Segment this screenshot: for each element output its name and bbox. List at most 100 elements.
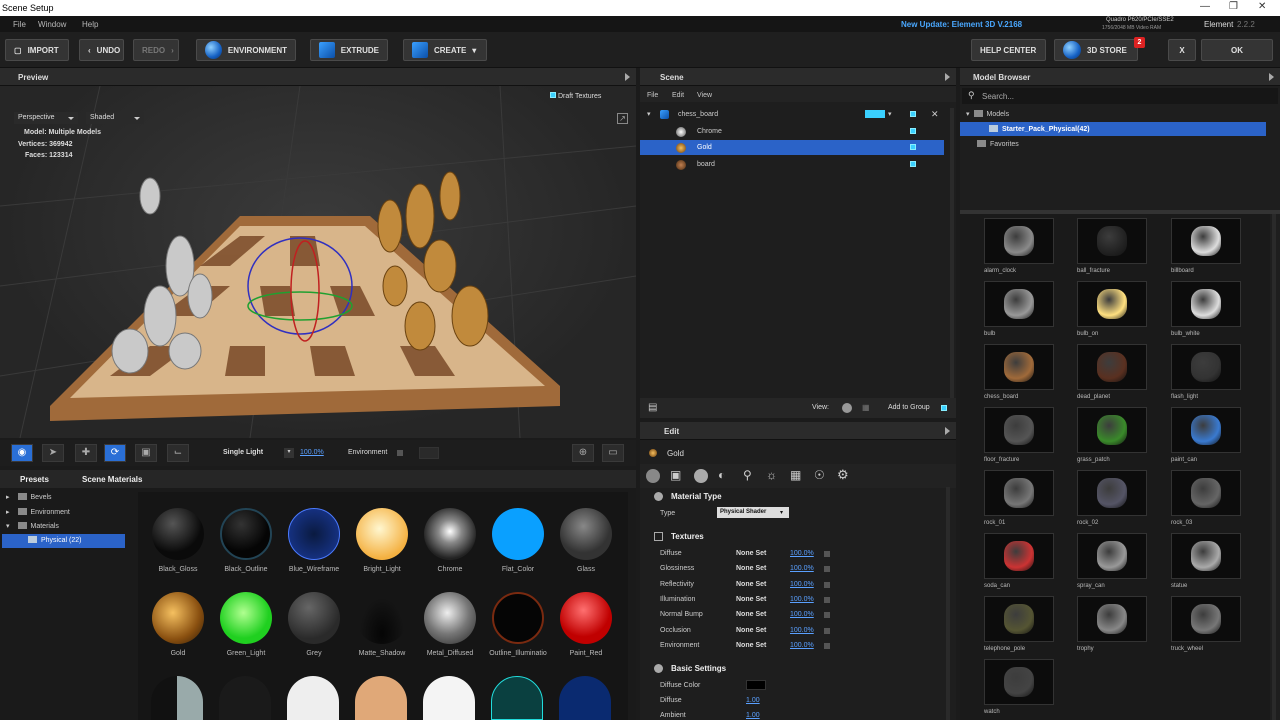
material-type-header[interactable]: Material Type <box>671 492 722 501</box>
close-window-icon[interactable]: ✕ <box>1258 1 1266 12</box>
chevron-down-icon[interactable]: ▾ <box>780 509 783 516</box>
material-thumb[interactable] <box>355 676 407 720</box>
environment-swatch[interactable] <box>419 447 439 459</box>
panel-arrow-icon[interactable] <box>1269 73 1274 81</box>
texture-percent[interactable]: 100.0% <box>790 611 814 618</box>
model-thumb-telephone-pole[interactable] <box>984 596 1054 642</box>
chevron-down-icon[interactable]: ▾ <box>888 110 892 118</box>
pin-icon[interactable]: ⚲ <box>743 468 752 482</box>
model-thumb-flash-light[interactable] <box>1171 344 1241 390</box>
texture-slot[interactable]: None Set <box>736 642 766 649</box>
create-button[interactable]: CREATE ▾ <box>403 39 487 61</box>
material-black-gloss[interactable]: Black_Gloss <box>144 508 212 573</box>
ambient-value[interactable]: 1.00 <box>746 712 760 719</box>
material-glass[interactable]: Glass <box>552 508 620 573</box>
texture-percent[interactable]: 100.0% <box>790 596 814 603</box>
import-button[interactable]: ▢ IMPORT <box>5 39 69 61</box>
scene-item-gold[interactable]: Gold <box>640 140 944 155</box>
textures-header[interactable]: Textures <box>671 532 704 541</box>
visibility-toggle[interactable] <box>910 128 916 134</box>
update-notice[interactable]: New Update: Element 3D V.2168 <box>901 20 1022 29</box>
shading-dropdown[interactable]: Shaded <box>86 112 144 124</box>
model-thumb-spray-can[interactable] <box>1077 533 1147 579</box>
model-thumb-dead-planet[interactable] <box>1077 344 1147 390</box>
texture-slot[interactable]: None Set <box>736 627 766 634</box>
texture-percent[interactable]: 100.0% <box>790 565 814 572</box>
material-thumb[interactable] <box>559 676 611 720</box>
model-thumb-floor-fracture[interactable] <box>984 407 1054 453</box>
model-thumb-alarm-clock[interactable] <box>984 218 1054 264</box>
add-to-group-button[interactable]: Add to Group <box>888 404 930 411</box>
environment-checkbox[interactable] <box>397 450 403 456</box>
material-metal-diffused[interactable]: Metal_Diffused <box>416 592 484 657</box>
texture-toggle[interactable] <box>824 551 830 557</box>
extrude-button[interactable]: EXTRUDE <box>310 39 388 61</box>
material-black-outline[interactable]: Black_Outline <box>212 508 280 573</box>
model-thumb-truck-wheel[interactable] <box>1171 596 1241 642</box>
scale-icon[interactable]: ▣ <box>135 444 157 462</box>
scene-group-row[interactable]: ▾ chess_board ▾ ✕ <box>640 107 944 122</box>
material-thumb[interactable] <box>219 676 271 720</box>
model-thumb-trophy[interactable] <box>1077 596 1147 642</box>
tree-favorites[interactable]: Favorites <box>977 140 1019 148</box>
material-flat-color[interactable]: Flat_Color <box>484 508 552 573</box>
model-thumb-statue[interactable] <box>1171 533 1241 579</box>
environment-button[interactable]: ENVIRONMENT <box>196 39 296 61</box>
panel-arrow-icon[interactable] <box>625 73 630 81</box>
texture-slot[interactable]: None Set <box>736 611 766 618</box>
scene-menu-file[interactable]: File <box>647 92 658 99</box>
material-chrome[interactable]: Chrome <box>416 508 484 573</box>
rotate-icon[interactable]: ⟳ <box>104 444 126 462</box>
grid-icon[interactable]: ▦ <box>790 468 801 482</box>
texture-slot[interactable]: None Set <box>736 565 766 572</box>
texture-percent[interactable]: 100.0% <box>790 581 814 588</box>
sphere-icon[interactable] <box>646 469 660 483</box>
material-thumb[interactable] <box>287 676 339 720</box>
model-thumb-rock-02[interactable] <box>1077 470 1147 516</box>
model-thumb-chess-board[interactable] <box>984 344 1054 390</box>
image-icon[interactable]: ▣ <box>670 468 681 482</box>
texture-percent[interactable]: 100.0% <box>790 642 814 649</box>
monitor-icon[interactable]: ▭ <box>602 444 624 462</box>
help-center-button[interactable]: HELP CENTER <box>971 39 1046 61</box>
menu-help[interactable]: Help <box>82 20 98 29</box>
texture-slot[interactable]: None Set <box>736 581 766 588</box>
ok-button[interactable]: OK <box>1201 39 1273 61</box>
tree-item-physical[interactable]: Physical (22) <box>2 534 125 548</box>
scrollbar[interactable] <box>950 108 954 398</box>
texture-toggle[interactable] <box>824 612 830 619</box>
texture-slot[interactable]: None Set <box>736 550 766 557</box>
tree-models[interactable]: ▾ Models <box>966 110 1009 118</box>
folder-icon[interactable]: ▤ <box>648 402 657 413</box>
texture-percent[interactable]: 100.0% <box>790 550 814 557</box>
model-thumb-bulb-on[interactable] <box>1077 281 1147 327</box>
model-thumb-soda-can[interactable] <box>984 533 1054 579</box>
type-dropdown[interactable]: Physical Shader <box>717 507 789 518</box>
material-gold[interactable]: Gold <box>144 592 212 657</box>
visibility-toggle[interactable] <box>910 111 916 117</box>
diffuse-color-swatch[interactable] <box>746 680 766 690</box>
close-icon[interactable]: ✕ <box>931 109 939 120</box>
texture-slot[interactable]: None Set <box>736 596 766 603</box>
scrollbar[interactable] <box>1272 214 1276 720</box>
gear-icon[interactable]: ⚙ <box>837 467 849 483</box>
model-thumb-ball-fracture[interactable] <box>1077 218 1147 264</box>
scene-menu-edit[interactable]: Edit <box>672 92 684 99</box>
model-thumb-grass-patch[interactable] <box>1077 407 1147 453</box>
undo-button[interactable]: ‹ UNDO <box>79 39 124 61</box>
scene-item-board[interactable]: board <box>640 157 944 172</box>
texture-toggle[interactable] <box>824 581 830 588</box>
redo-button[interactable]: REDO › <box>133 39 179 61</box>
material-thumb[interactable] <box>491 676 543 720</box>
material-outline-illumination[interactable]: Outline_Illuminatio <box>484 592 552 657</box>
texture-toggle[interactable] <box>824 642 830 649</box>
tab-scene-materials[interactable]: Scene Materials <box>72 470 152 488</box>
material-ball-icon[interactable] <box>694 469 708 483</box>
model-thumb-bulb[interactable] <box>984 281 1054 327</box>
chevron-down-icon[interactable]: ▾ <box>284 448 294 458</box>
model-thumb-rock-03[interactable] <box>1171 470 1241 516</box>
model-thumb-paint-can[interactable] <box>1171 407 1241 453</box>
model-thumb-bulb-white[interactable] <box>1171 281 1241 327</box>
model-thumb-billboard[interactable] <box>1171 218 1241 264</box>
tree-starter-pack[interactable]: Starter_Pack_Physical(42) <box>960 122 1266 136</box>
